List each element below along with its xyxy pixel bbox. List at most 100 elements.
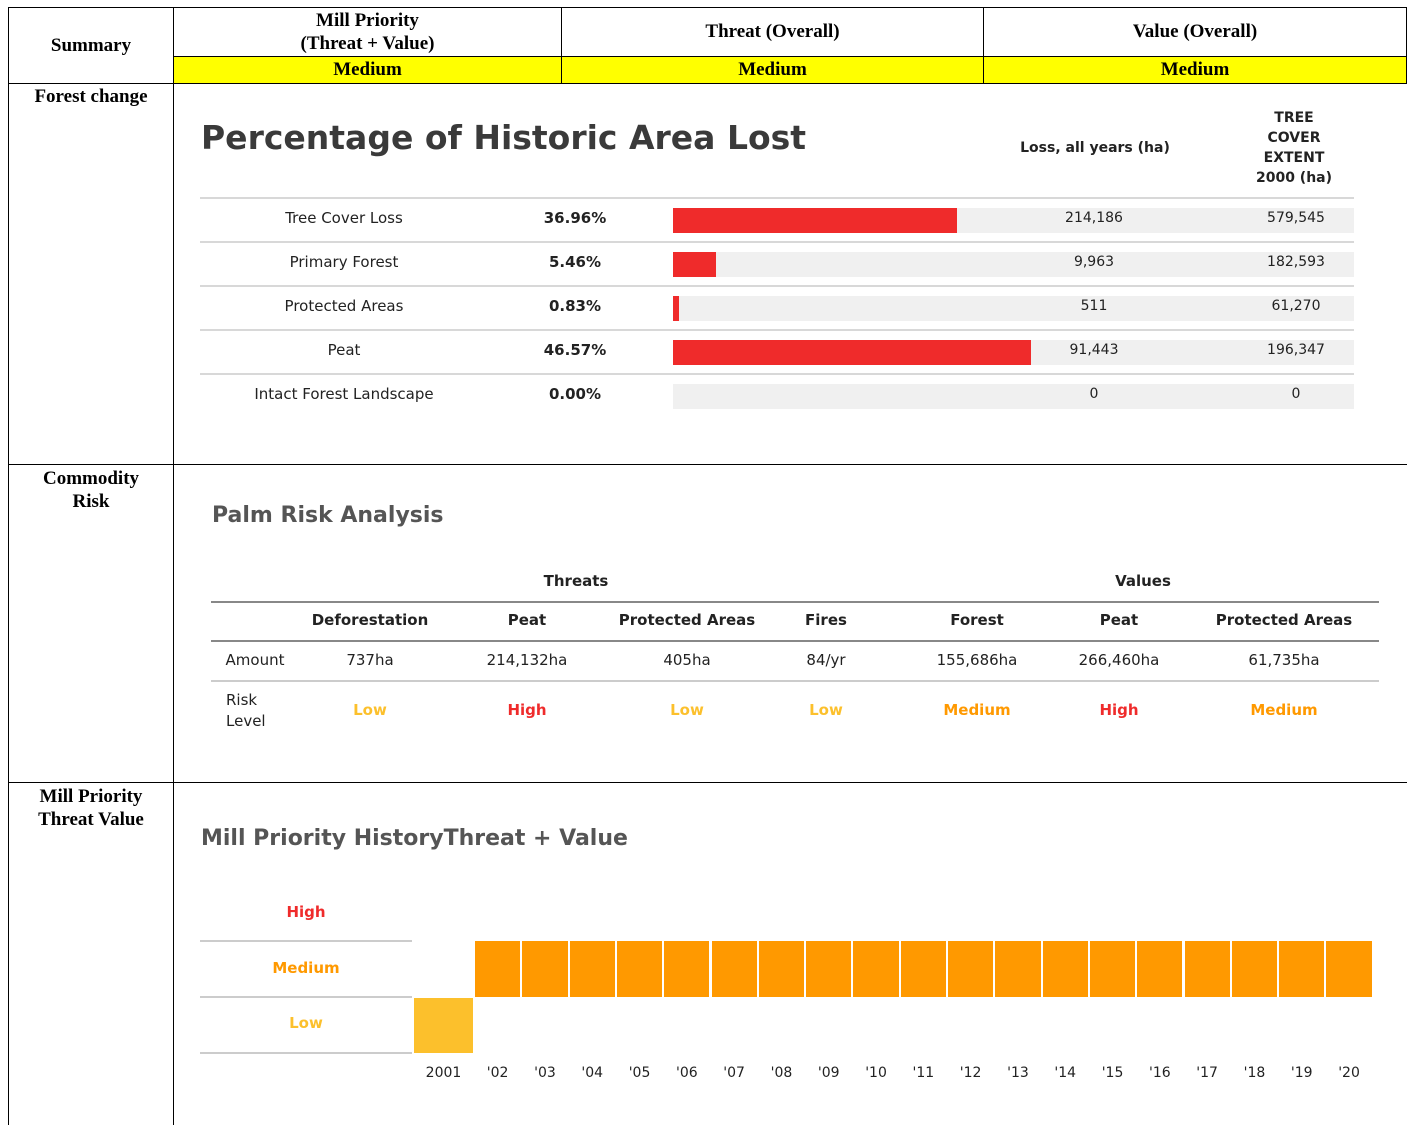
palm-risk-cell: Low bbox=[353, 701, 387, 719]
palm-amount-cell: 266,460ha bbox=[1078, 651, 1160, 669]
history-block bbox=[1042, 941, 1088, 997]
palm-risk-cell: High bbox=[1099, 701, 1139, 719]
row-divider-forest bbox=[8, 464, 1407, 465]
forest-row-percent: 36.96% bbox=[543, 209, 607, 227]
row-divider-commodity bbox=[8, 782, 1407, 783]
palm-col-protected-value: Protected Areas bbox=[1215, 611, 1353, 629]
palm-risk-cell: Low bbox=[809, 701, 843, 719]
history-year-label: '19 bbox=[1290, 1065, 1313, 1081]
forest-row-percent: 46.57% bbox=[543, 341, 607, 359]
forest-row-separator bbox=[200, 197, 1354, 199]
palm-amount-cell: 214,132ha bbox=[486, 651, 568, 669]
history-block bbox=[853, 941, 899, 997]
forest-row-separator bbox=[200, 241, 1354, 243]
history-year-label: '16 bbox=[1149, 1065, 1171, 1081]
forest-row-loss: 0 bbox=[1089, 386, 1099, 402]
mill-history-title: Mill Priority HistoryThreat + Value bbox=[201, 826, 628, 851]
forest-change-label: Forest change bbox=[34, 86, 148, 107]
forest-row-separator bbox=[200, 373, 1354, 375]
history-block bbox=[1231, 941, 1278, 997]
threats-group-header: Threats bbox=[543, 572, 609, 590]
values-group-header: Values bbox=[1115, 572, 1171, 590]
extent-header-line: EXTENT bbox=[1263, 150, 1325, 166]
label-column-divider bbox=[173, 7, 174, 1125]
mill-priority-section-line2: Threat Value bbox=[38, 809, 144, 830]
history-year-label: '20 bbox=[1338, 1065, 1360, 1081]
forest-row-bar-fill bbox=[673, 340, 1031, 365]
extent-header-line: COVER bbox=[1267, 130, 1321, 146]
history-year-label: '07 bbox=[723, 1065, 745, 1081]
value-overall-value: Medium bbox=[1160, 59, 1230, 80]
palm-risk-cell: Medium bbox=[1250, 701, 1318, 719]
history-year-label: '04 bbox=[581, 1065, 604, 1081]
forest-row-label: Tree Cover Loss bbox=[285, 209, 403, 227]
mill-priority-header-line1: Mill Priority bbox=[316, 10, 419, 31]
forest-row-label: Intact Forest Landscape bbox=[254, 385, 434, 403]
palm-header-rule bbox=[211, 601, 1379, 603]
history-block bbox=[1184, 941, 1230, 997]
level-divider bbox=[200, 940, 412, 942]
palm-col-forest: Forest bbox=[950, 611, 1004, 629]
history-year-label: '06 bbox=[676, 1065, 698, 1081]
history-year-label: '15 bbox=[1101, 1065, 1124, 1081]
forest-row-bar-fill bbox=[673, 252, 716, 277]
value-overall-header: Value (Overall) bbox=[1132, 21, 1258, 42]
forest-row-extent: 61,270 bbox=[1271, 298, 1321, 314]
level-medium-label: Medium bbox=[272, 959, 340, 977]
extent-header-line: TREE bbox=[1274, 110, 1314, 126]
forest-row-separator bbox=[200, 285, 1354, 287]
palm-amount-cell: 737ha bbox=[346, 651, 394, 669]
history-year-label: '03 bbox=[534, 1065, 556, 1081]
history-block bbox=[711, 941, 757, 997]
palm-risk-cell: Medium bbox=[943, 701, 1011, 719]
forest-row-label: Primary Forest bbox=[289, 253, 399, 271]
mill-priority-section-line1: Mill Priority bbox=[39, 786, 143, 807]
row-divider-summary bbox=[8, 83, 1407, 84]
history-block bbox=[1137, 941, 1183, 997]
history-block bbox=[948, 941, 994, 997]
level-divider bbox=[200, 1052, 412, 1054]
palm-col-deforestation: Deforestation bbox=[311, 611, 429, 629]
history-year-label: '02 bbox=[486, 1065, 509, 1081]
commodity-risk-label-line2: Risk bbox=[72, 491, 110, 512]
palm-amount-cell: 61,735ha bbox=[1248, 651, 1320, 669]
commodity-risk-label-line1: Commodity bbox=[42, 468, 140, 489]
palm-risk-title: Palm Risk Analysis bbox=[212, 503, 444, 528]
forest-row-percent: 0.00% bbox=[548, 385, 602, 403]
forest-row-loss: 9,963 bbox=[1073, 254, 1115, 270]
palm-risk-cell: Low bbox=[670, 701, 704, 719]
history-block bbox=[522, 941, 568, 997]
history-year-label: '10 bbox=[865, 1065, 887, 1081]
history-block bbox=[414, 998, 473, 1053]
forest-row-separator bbox=[200, 329, 1354, 331]
commodity-risk-label: Commodity Risk bbox=[9, 467, 173, 513]
mill-priority-value: Medium bbox=[333, 59, 402, 80]
history-year-label: '12 bbox=[959, 1065, 982, 1081]
forest-row-extent: 0 bbox=[1291, 386, 1301, 402]
history-block bbox=[758, 941, 805, 997]
summary-label: Summary bbox=[50, 34, 132, 56]
history-year-label: '11 bbox=[912, 1065, 935, 1081]
extent-column-header: TREE COVER EXTENT 2000 (ha) bbox=[1245, 108, 1343, 188]
history-year-label: '08 bbox=[770, 1065, 793, 1081]
extent-header-line: 2000 (ha) bbox=[1255, 170, 1333, 186]
threat-overall-value: Medium bbox=[738, 59, 807, 80]
forest-row-loss: 214,186 bbox=[1065, 210, 1123, 226]
palm-col-protected-threat: Protected Areas bbox=[618, 611, 756, 629]
threat-overall-header: Threat (Overall) bbox=[705, 21, 840, 42]
palm-risk-label-line2: Level bbox=[226, 712, 266, 730]
palm-amount-label: Amount bbox=[225, 651, 285, 669]
level-low-label: Low bbox=[289, 1014, 323, 1032]
loss-column-header: Loss, all years (ha) bbox=[1020, 140, 1170, 156]
history-year-label: '13 bbox=[1007, 1065, 1029, 1081]
forest-row-percent: 5.46% bbox=[548, 253, 602, 271]
palm-col-fires: Fires bbox=[805, 611, 847, 629]
forest-row-extent: 182,593 bbox=[1267, 254, 1325, 270]
mill-priority-section-label: Mill Priority Threat Value bbox=[9, 785, 173, 831]
history-block bbox=[475, 941, 521, 997]
palm-amount-cell: 405ha bbox=[663, 651, 711, 669]
history-block bbox=[995, 941, 1041, 997]
mill-priority-header-line2: (Threat + Value) bbox=[300, 33, 435, 54]
history-block bbox=[1279, 941, 1325, 997]
forest-row-label: Protected Areas bbox=[284, 297, 404, 315]
